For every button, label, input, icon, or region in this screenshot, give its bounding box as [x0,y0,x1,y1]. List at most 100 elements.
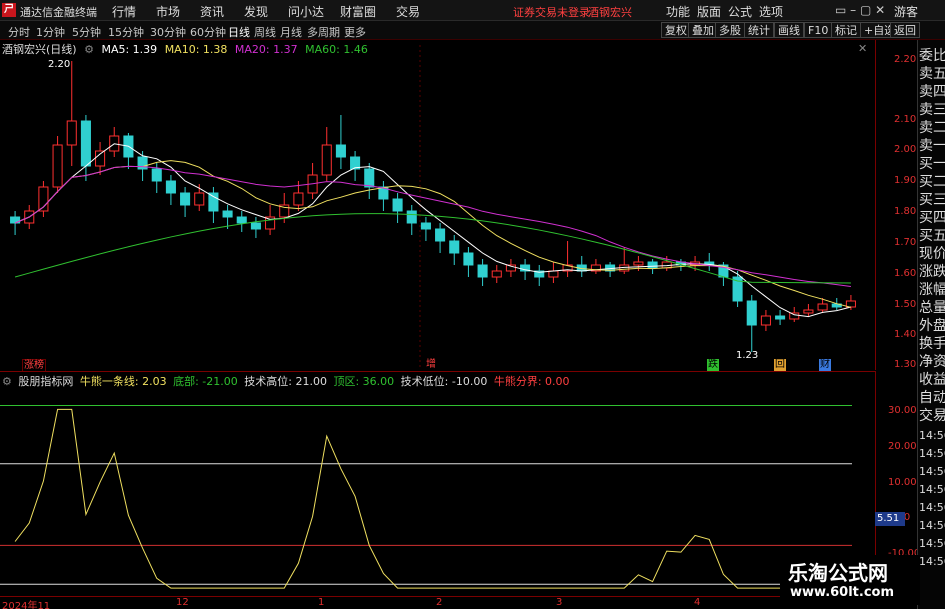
candle-body [392,198,403,212]
ma5-line [14,143,852,318]
side-item[interactable]: 卖四 [919,84,945,100]
candle-body [548,270,559,278]
candle-body [321,144,332,176]
price-axis: 2.20 2.10 2.00 1.90 1.80 1.70 1.60 1.50 … [875,40,917,370]
price-tick: 1.90 [894,175,917,186]
candle-body [95,150,106,167]
ma5-label: MA5: 1.39 [101,43,158,56]
price-tick: 2.20 [894,54,917,65]
buyback-tag[interactable]: 回 [774,359,786,371]
side-item[interactable]: 委比 [919,48,945,64]
side-item[interactable]: 自动 [919,390,945,406]
price-tick: 1.30 [894,359,917,370]
candle-body [222,210,233,218]
side-item[interactable]: 外盘 [919,318,945,334]
indicator-tick: 20.00 [888,441,917,452]
back-button[interactable]: 返回 [890,22,920,38]
quote-side-panel: 委比 卖五 卖四 卖三 卖二 卖一 买一 买二 买三 买四 买五 现价 涨跌 涨… [917,40,945,609]
candle-body [52,144,63,188]
side-item[interactable]: 卖五 [919,66,945,82]
increase-tag[interactable]: 增 [425,359,437,371]
candle-body [364,168,375,188]
side-item[interactable]: 净资 [919,354,945,370]
candle-body [406,210,417,224]
side-item[interactable]: 卖一 [919,138,945,154]
candle-body [647,261,658,269]
date-tick: 2024年11 [2,601,51,609]
candle-body [817,303,828,311]
date-axis: 2024年11 12 1 2 3 4 [0,596,875,609]
kline-chart[interactable] [0,0,875,596]
low-price-label: 1.23 [736,350,759,361]
candle-body [293,192,304,206]
candle-body [420,222,431,230]
candle-body [194,192,205,206]
candle-body [803,309,814,314]
candle-body [775,315,786,320]
guest-label[interactable]: 游客 [894,3,918,20]
side-time: 14:56 [919,447,945,460]
bull-bear-oscillator-line [14,408,851,589]
tech-low-value: 技术低位: -10.00 [400,375,488,388]
close-icon[interactable]: ✕ [858,42,867,55]
candle-body [491,270,502,278]
side-item[interactable]: 买三 [919,192,945,208]
side-item[interactable]: 买二 [919,174,945,190]
side-time: 14:56 [919,519,945,532]
price-tick: 1.40 [894,329,917,340]
top-zone-value: 顶区: 36.00 [333,375,395,388]
indicator-name[interactable]: 股朋指标网 [18,375,73,388]
watermark-title: 乐淘公式网 [788,561,888,585]
date-tick: 1 [318,597,325,608]
candle-body [449,240,460,254]
side-time: 14:56 [919,537,945,550]
side-item[interactable]: 涨幅 [919,282,945,298]
indicator-tick: 30.00 [888,405,917,416]
candle-body [165,180,176,194]
indicator-params: ⚙ 股朋指标网 牛熊一条线: 2.03 底部: -21.00 技术高位: 21.… [2,373,573,389]
side-item[interactable]: 交易 [919,408,945,424]
price-tick: 1.60 [894,268,917,279]
watermark-url: www.60lt.com [790,585,895,600]
price-tick: 2.10 [894,114,917,125]
candle-body [633,261,644,266]
settings-icon[interactable]: ⚙ [2,375,12,388]
candle-body [746,300,757,326]
ma10-label: MA10: 1.38 [164,43,228,56]
side-item[interactable]: 涨跌 [919,264,945,280]
side-time: 14:56 [919,465,945,478]
settings-icon[interactable]: ⚙ [84,43,94,56]
tech-high-value: 技术高位: 21.00 [244,375,327,388]
main-chart-layer [10,45,856,370]
candle-body [335,144,346,158]
side-item[interactable]: 买一 [919,156,945,172]
side-item[interactable]: 换手 [919,336,945,352]
ma20-label: MA20: 1.37 [234,43,298,56]
candle-body [760,315,771,326]
candle-body [80,120,91,167]
side-time: 14:56 [919,501,945,514]
candle-body [236,216,247,224]
side-item[interactable]: 买五 [919,228,945,244]
side-time: 14:56 [919,483,945,496]
side-item[interactable]: 收益 [919,372,945,388]
side-item[interactable]: 现价 [919,246,945,262]
side-item[interactable]: 买四 [919,210,945,226]
date-tick: 4 [694,597,701,608]
candle-body [477,264,488,278]
ma60-label: MA60: 1.46 [305,43,368,56]
bottom-value: 底部: -21.00 [173,375,238,388]
side-item[interactable]: 卖三 [919,102,945,118]
candle-body [151,168,162,182]
candle-body [463,252,474,266]
finance-tag[interactable]: 财 [819,359,831,371]
fall-tag[interactable]: 跌 [707,359,719,371]
indicator-current-value: 5.51 [875,512,905,526]
date-tick: 3 [556,597,563,608]
watermark: 乐淘公式网 www.60lt.com [780,555,920,605]
candle-body [208,192,219,212]
price-tick: 1.80 [894,206,917,217]
side-item[interactable]: 卖二 [919,120,945,136]
high-price-label: 2.20 [48,59,71,70]
side-item[interactable]: 总量 [919,300,945,316]
